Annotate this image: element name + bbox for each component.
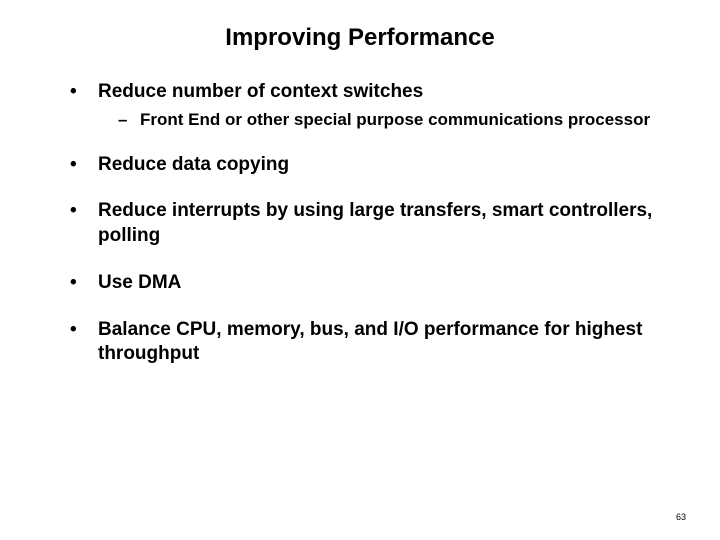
list-item: Use DMA [70,271,680,296]
slide: Improving Performance Reduce number of c… [0,0,720,540]
bullet-text: Reduce number of context switches [98,81,423,102]
bullet-list: Reduce number of context switches Front … [40,80,680,367]
page-title: Improving Performance [40,24,680,52]
bullet-text: Use DMA [98,272,181,293]
list-item: Reduce interrupts by using large transfe… [70,199,680,248]
bullet-text: Balance CPU, memory, bus, and I/O perfor… [98,319,642,365]
list-item: Reduce data copying [70,153,680,178]
sub-list: Front End or other special purpose commu… [98,109,680,131]
list-item: Reduce number of context switches Front … [70,80,680,131]
list-item: Balance CPU, memory, bus, and I/O perfor… [70,318,680,367]
bullet-text: Reduce interrupts by using large transfe… [98,200,652,246]
bullet-text: Front End or other special purpose commu… [140,110,650,129]
page-number: 63 [676,512,686,522]
list-item: Front End or other special purpose commu… [118,109,680,131]
bullet-text: Reduce data copying [98,154,289,175]
